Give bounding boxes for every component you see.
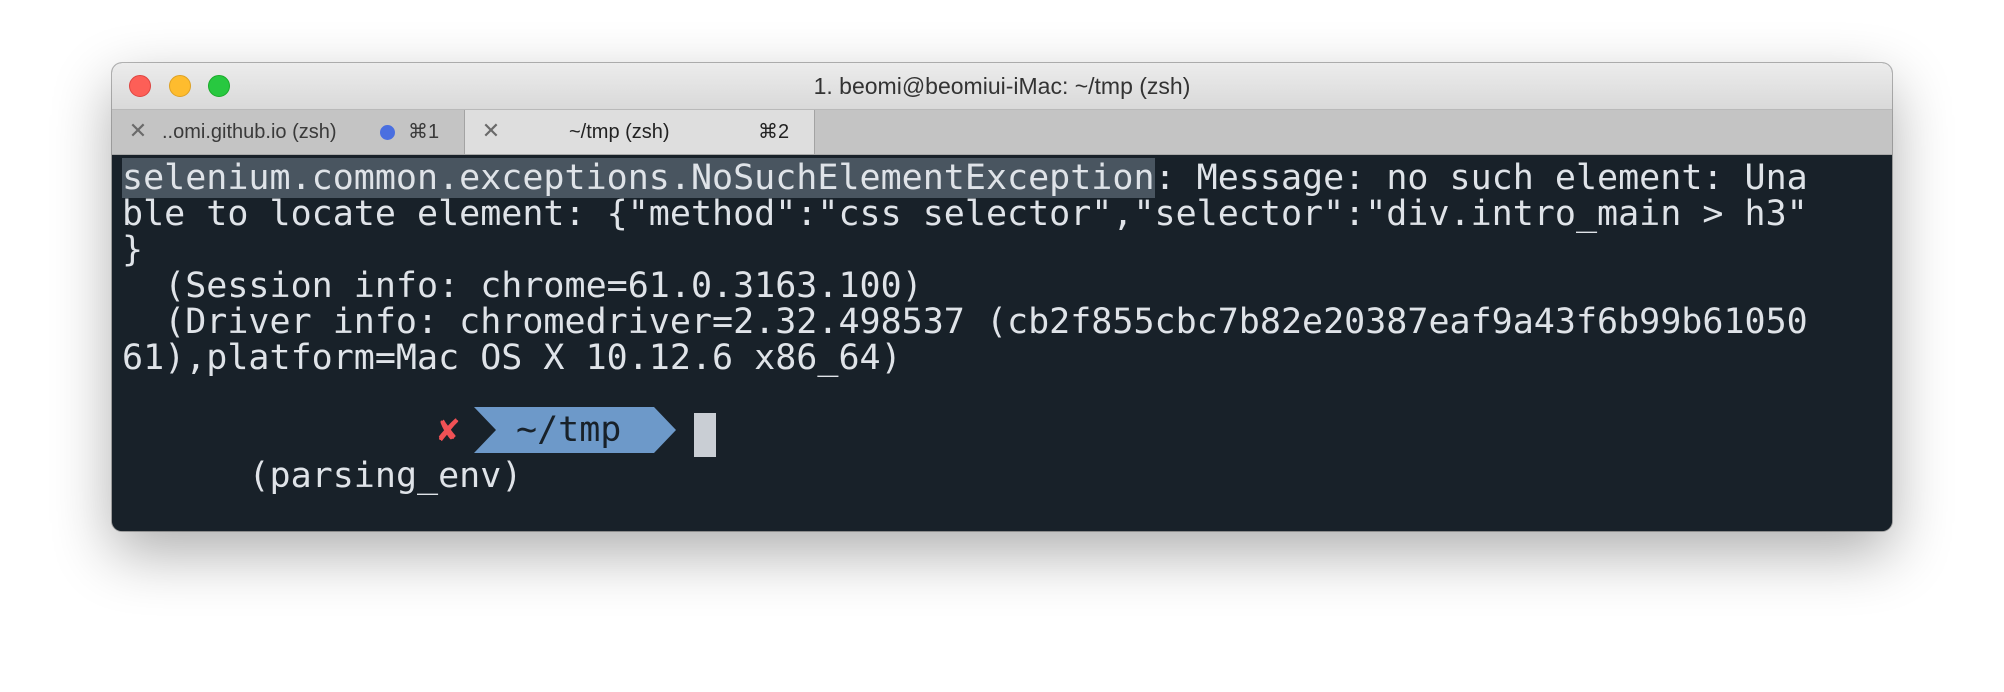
error-status-icon: ✘: [438, 410, 460, 450]
activity-dot-icon: [380, 125, 395, 140]
text-cursor: [694, 413, 716, 457]
title-bar[interactable]: 1. beomi@beomiui-iMac: ~/tmp (zsh): [112, 63, 1892, 110]
terminal-window: 1. beomi@beomiui-iMac: ~/tmp (zsh) ✕ ..o…: [112, 63, 1892, 531]
tab-shortcut: ⌘2: [758, 121, 790, 143]
tab-bar: ✕ ..omi.github.io (zsh) ⌘1 ✕ ~/tmp (zsh)…: [112, 110, 1892, 155]
close-icon[interactable]: ✕: [479, 119, 503, 143]
tab-tmp[interactable]: ✕ ~/tmp (zsh) ⌘2: [465, 110, 815, 154]
prompt-directory-segment: ~/tmp: [474, 407, 676, 453]
output-line: ble to locate element: {"method":"css se…: [122, 194, 1808, 234]
tab-shortcut: ⌘1: [408, 121, 440, 143]
tab-github-io[interactable]: ✕ ..omi.github.io (zsh) ⌘1: [112, 110, 465, 154]
close-icon[interactable]: ✕: [126, 119, 150, 143]
output-line: 61),platform=Mac OS X 10.12.6 x86_64): [122, 338, 902, 378]
window-title: 1. beomi@beomiui-iMac: ~/tmp (zsh): [813, 73, 1191, 99]
tab-label: ..omi.github.io (zsh): [162, 121, 337, 143]
prompt-line: (parsing_env) ✘: [122, 407, 822, 496]
prompt-env: (parsing_env): [248, 456, 523, 496]
terminal-output[interactable]: selenium.common.exceptions.NoSuchElement…: [112, 155, 1892, 531]
tab-label: ~/tmp (zsh): [569, 121, 670, 143]
prompt-directory: ~/tmp: [516, 410, 621, 450]
